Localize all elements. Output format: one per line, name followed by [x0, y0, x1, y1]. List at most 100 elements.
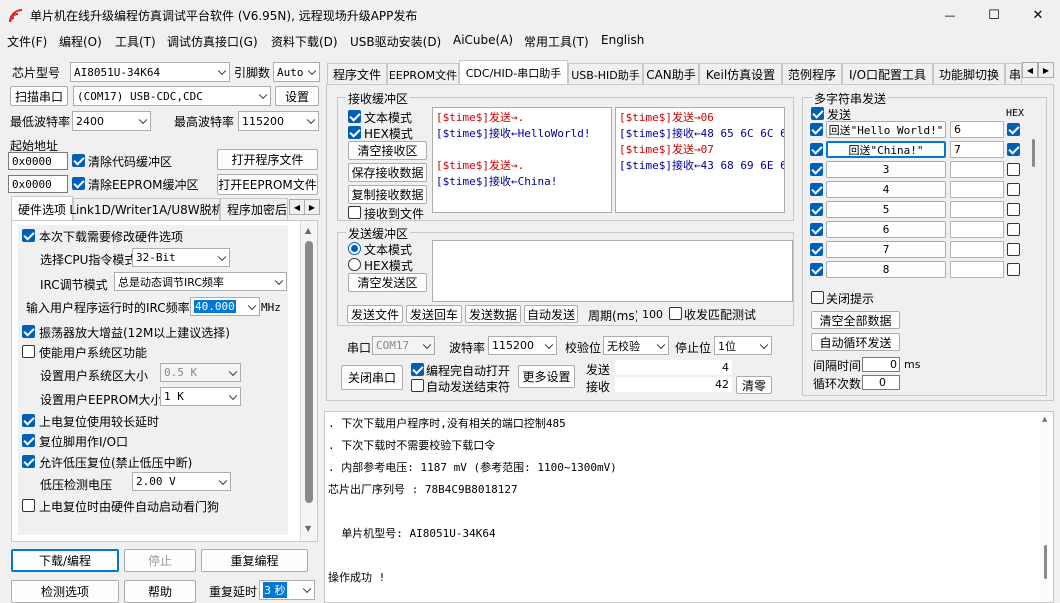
tab-scroll-right-icon[interactable]: ▶ [304, 199, 320, 215]
row-send-button[interactable]: 回送"China!" [826, 141, 946, 158]
min-baud-select[interactable]: 2400 [72, 111, 151, 131]
menu-common-tools[interactable]: 常用工具(T) [524, 33, 589, 50]
serial-port-select[interactable]: COM17 [372, 336, 435, 355]
row-enable-checkbox[interactable] [810, 263, 823, 276]
menu-file[interactable]: 文件(F) [7, 33, 47, 50]
rx-text-mode-checkbox[interactable] [348, 110, 361, 123]
auto-close-checkbox[interactable] [411, 379, 424, 392]
match-test-checkbox[interactable] [669, 307, 682, 320]
rx-copy-button[interactable]: 复制接收数据 [348, 185, 427, 204]
clear-eeprom-checkbox[interactable] [72, 177, 85, 190]
scroll-thumb[interactable] [1032, 139, 1035, 167]
scan-port-button[interactable]: 扫描串口 [10, 86, 68, 106]
tab-eeprom-file[interactable]: EEPROM文件 [387, 63, 459, 85]
baud-select[interactable]: 115200 [488, 336, 557, 355]
row-value-input[interactable] [950, 161, 1004, 178]
row-enable-checkbox[interactable] [810, 183, 823, 196]
row-enable-checkbox[interactable] [810, 123, 823, 136]
lvr-checkbox[interactable] [22, 455, 35, 468]
reset-io-checkbox[interactable] [22, 434, 35, 447]
tab-io-config[interactable]: I/O口配置工具 [842, 63, 933, 85]
scroll-up-icon[interactable]: ▲ [305, 226, 311, 235]
tab-link1d[interactable]: Link1D/Writer1A/U8W脱机 [69, 198, 224, 220]
row-value-input[interactable] [950, 201, 1004, 218]
parity-select[interactable]: 无校验 [603, 336, 669, 355]
menu-tools[interactable]: 工具(T) [115, 33, 156, 50]
open-eeprom-button[interactable]: 打开EEPROM文件 [217, 174, 318, 195]
close-tip-checkbox[interactable] [811, 291, 824, 304]
tx-input[interactable] [432, 240, 793, 302]
menu-english[interactable]: English [601, 33, 644, 47]
rx-text-pane[interactable]: [$time$]发送→. [$time$]接收←HelloWorld! [$time… [432, 107, 612, 213]
stop-button[interactable]: 停止 [124, 549, 196, 572]
row-value-input[interactable] [950, 261, 1004, 278]
tab-more[interactable]: 串 [1005, 63, 1022, 85]
send-enter-button[interactable]: 发送回车 [406, 305, 462, 323]
interval-input[interactable]: 0 [862, 357, 900, 372]
tab-serial-assistant[interactable]: CDC/HID-串口助手 [459, 60, 568, 85]
close-port-button[interactable]: 关闭串口 [341, 365, 403, 390]
row-send-button[interactable]: 6 [826, 221, 946, 238]
tab-scroll-left-icon[interactable]: ◀ [289, 199, 305, 215]
menu-usb-driver[interactable]: USB驱动安装(D) [350, 33, 441, 50]
row-hex-checkbox[interactable] [1007, 163, 1020, 176]
row-hex-checkbox[interactable] [1007, 243, 1020, 256]
tab-keil[interactable]: Keil仿真设置 [699, 63, 782, 85]
clear-all-button[interactable]: 清空全部数据 [811, 311, 900, 329]
log-output[interactable]: . 下次下载用户程序时,没有相关的端口控制485 . 下次下载时不需要校验下载口令… [324, 411, 1054, 603]
send-file-button[interactable]: 发送文件 [347, 305, 403, 323]
osc-gain-checkbox[interactable] [22, 325, 35, 338]
auto-open-checkbox[interactable] [411, 363, 424, 376]
irc-freq-select[interactable]: 40.000 [190, 297, 260, 316]
open-program-button[interactable]: 打开程序文件 [217, 149, 318, 170]
row-hex-checkbox[interactable] [1007, 143, 1020, 156]
row-value-input[interactable] [950, 181, 1004, 198]
row-send-button[interactable]: 4 [826, 181, 946, 198]
row-hex-checkbox[interactable] [1007, 203, 1020, 216]
help-button[interactable]: 帮助 [124, 580, 196, 603]
tx-clear-button[interactable]: 清空发送区 [348, 273, 427, 292]
auto-loop-button[interactable]: 自动循环发送 [811, 333, 900, 351]
cpu-mode-select[interactable]: 32-Bit [132, 248, 230, 267]
download-button[interactable]: 下载/编程 [11, 549, 119, 572]
row-enable-checkbox[interactable] [810, 143, 823, 156]
irc-mode-select[interactable]: 总是动态调节IRC频率 [114, 272, 287, 291]
menu-aicube[interactable]: AiCube(A) [453, 33, 513, 47]
menu-debug[interactable]: 调试仿真接口(G) [167, 33, 258, 50]
check-options-button[interactable]: 检测选项 [11, 580, 119, 603]
row-send-button[interactable]: 3 [826, 161, 946, 178]
log-scrollbar[interactable]: ▲ [1039, 412, 1053, 602]
row-send-button[interactable]: 7 [826, 241, 946, 258]
rx-hex-mode-checkbox[interactable] [348, 126, 361, 139]
rx-save-button[interactable]: 保存接收数据 [348, 163, 427, 182]
tab-examples[interactable]: 范例程序 [782, 63, 842, 85]
multi-send-scrollbar[interactable] [1029, 117, 1043, 277]
code-address-input[interactable]: 0x0000 [8, 152, 68, 170]
minimize-icon[interactable]: — [928, 0, 972, 31]
tab-hardware[interactable]: 硬件选项 [11, 196, 73, 221]
repeat-program-button[interactable]: 重复编程 [201, 549, 308, 572]
pin-select[interactable]: Auto [273, 62, 320, 82]
tab-scroll-right-icon[interactable]: ▶ [1038, 62, 1054, 78]
row-value-input[interactable] [950, 221, 1004, 238]
multi-send-checkbox[interactable] [811, 107, 824, 120]
wdt-checkbox[interactable] [22, 499, 35, 512]
close-icon[interactable]: ✕ [1016, 0, 1060, 31]
row-send-button[interactable]: 8 [826, 261, 946, 278]
scroll-thumb[interactable] [1044, 545, 1047, 579]
period-input[interactable]: 100 [637, 305, 665, 323]
maximize-icon[interactable]: ☐ [972, 0, 1016, 31]
row-enable-checkbox[interactable] [810, 223, 823, 236]
tab-scroll-left-icon[interactable]: ◀ [1022, 62, 1038, 78]
rx-to-file-checkbox[interactable] [348, 206, 361, 219]
tab-pin-switch[interactable]: 功能脚切换 [933, 63, 1005, 85]
port-select[interactable]: (COM17) USB-CDC,CDC [73, 86, 271, 106]
scroll-up-icon[interactable]: ▲ [1042, 415, 1047, 423]
tab-can[interactable]: CAN助手 [643, 63, 699, 85]
modify-hw-checkbox[interactable] [22, 229, 35, 242]
row-hex-checkbox[interactable] [1007, 263, 1020, 276]
hardware-scrollbar[interactable]: ▲ ▼ [300, 221, 317, 541]
row-enable-checkbox[interactable] [810, 163, 823, 176]
tx-text-mode-radio[interactable] [348, 242, 361, 255]
menu-program[interactable]: 编程(O) [59, 33, 102, 50]
